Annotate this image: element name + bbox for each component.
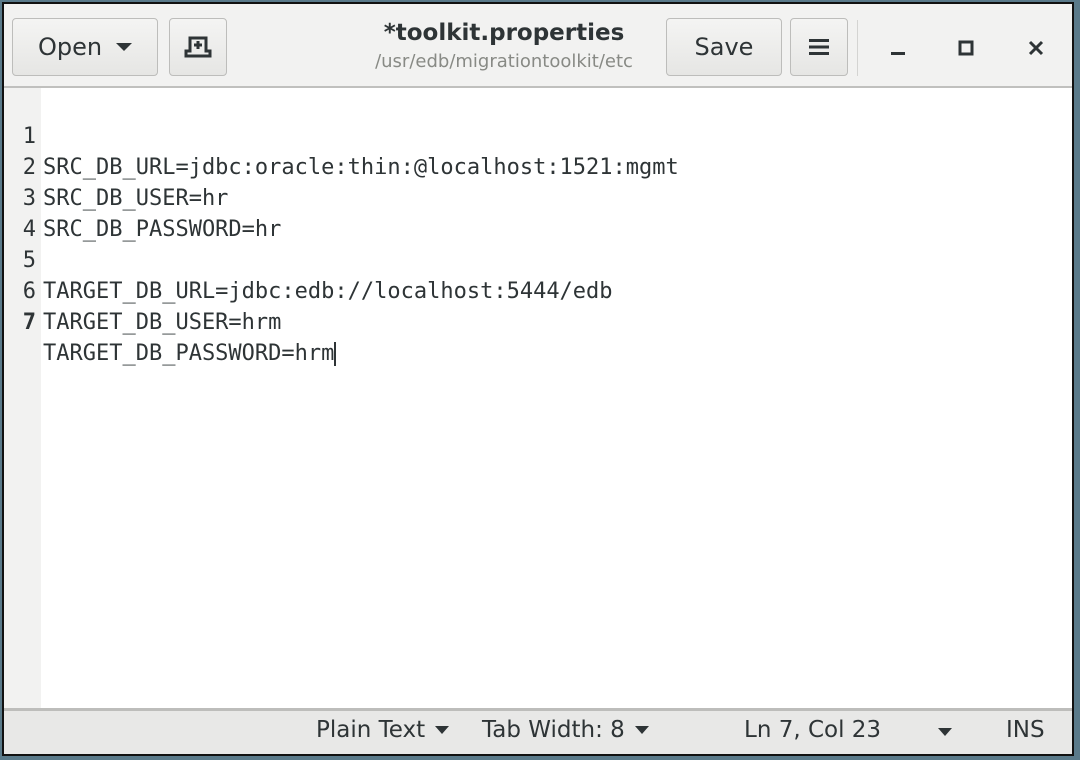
line-text: TARGET_DB_URL=jdbc:edb://localhost:5444/…: [43, 279, 613, 304]
document-title: *toolkit.properties: [383, 20, 625, 46]
close-button[interactable]: [1016, 28, 1056, 68]
editor-line[interactable]: 3 SRC_DB_PASSWORD=hr: [4, 152, 282, 242]
cursor-position-label: Ln 7, Col 23: [744, 717, 882, 743]
maximize-button[interactable]: [946, 28, 986, 68]
cursor-position[interactable]: Ln 7, Col 23: [744, 717, 881, 743]
close-icon: [1028, 40, 1044, 56]
insert-mode-label: INS: [1006, 717, 1045, 743]
status-bar: Plain Text Tab Width: 8 Ln 7, Col 23 INS: [4, 708, 1072, 754]
chevron-down-icon: [435, 726, 450, 734]
line-text-with-cursor: TARGET_DB_PASSWORD=hrm: [43, 338, 337, 369]
editor-line[interactable]: 4: [4, 183, 83, 242]
insert-mode-indicator[interactable]: INS: [1006, 717, 1045, 743]
language-selector[interactable]: Plain Text: [316, 717, 450, 743]
editor-line[interactable]: 1 SRC_DB_URL=jdbc:oracle:thin:@localhost…: [4, 90, 679, 180]
maximize-icon: [958, 40, 974, 56]
menu-button[interactable]: [790, 18, 848, 76]
editor-line[interactable]: 6 TARGET_DB_USER=hrm: [4, 245, 282, 335]
open-button[interactable]: Open: [12, 18, 158, 76]
chevron-down-icon: [634, 726, 649, 734]
editor-line[interactable]: 5 TARGET_DB_URL=jdbc:edb://localhost:544…: [4, 214, 613, 304]
tab-width-label: Tab Width: 8: [482, 717, 625, 743]
editor-line-current[interactable]: 7 TARGET_DB_PASSWORD=hrm: [4, 276, 337, 366]
chevron-down-icon: [938, 728, 952, 736]
hamburger-menu-icon: [809, 39, 829, 55]
header-bar: Open *toolkit.properties /usr/edb/migrat…: [4, 4, 1072, 88]
document-path: /usr/edb/migrationtoolkit/etc: [375, 51, 633, 72]
header-separator: [857, 20, 858, 76]
minimize-icon: [891, 52, 905, 55]
line-text: SRC_DB_URL=jdbc:oracle:thin:@localhost:1…: [43, 155, 679, 180]
text-editor[interactable]: 1 SRC_DB_URL=jdbc:oracle:thin:@localhost…: [4, 88, 1072, 708]
editor-line[interactable]: 2 SRC_DB_USER=hr: [4, 121, 229, 211]
text-cursor: [334, 342, 337, 366]
title-area: *toolkit.properties /usr/edb/migrationto…: [304, 18, 704, 76]
tab-width-selector[interactable]: Tab Width: 8: [482, 717, 649, 743]
open-label: Open: [37, 33, 103, 61]
save-button[interactable]: Save: [666, 18, 782, 76]
new-document-button[interactable]: [169, 18, 227, 76]
position-menu-button[interactable]: [938, 728, 952, 736]
gedit-window: Open *toolkit.properties /usr/edb/migrat…: [2, 2, 1074, 756]
line-text: TARGET_DB_PASSWORD=hrm: [43, 341, 335, 366]
new-tab-icon: [184, 36, 212, 58]
minimize-button[interactable]: [878, 28, 918, 68]
line-number: 7: [22, 310, 36, 335]
language-label: Plain Text: [316, 717, 426, 743]
chevron-down-icon: [116, 43, 133, 51]
